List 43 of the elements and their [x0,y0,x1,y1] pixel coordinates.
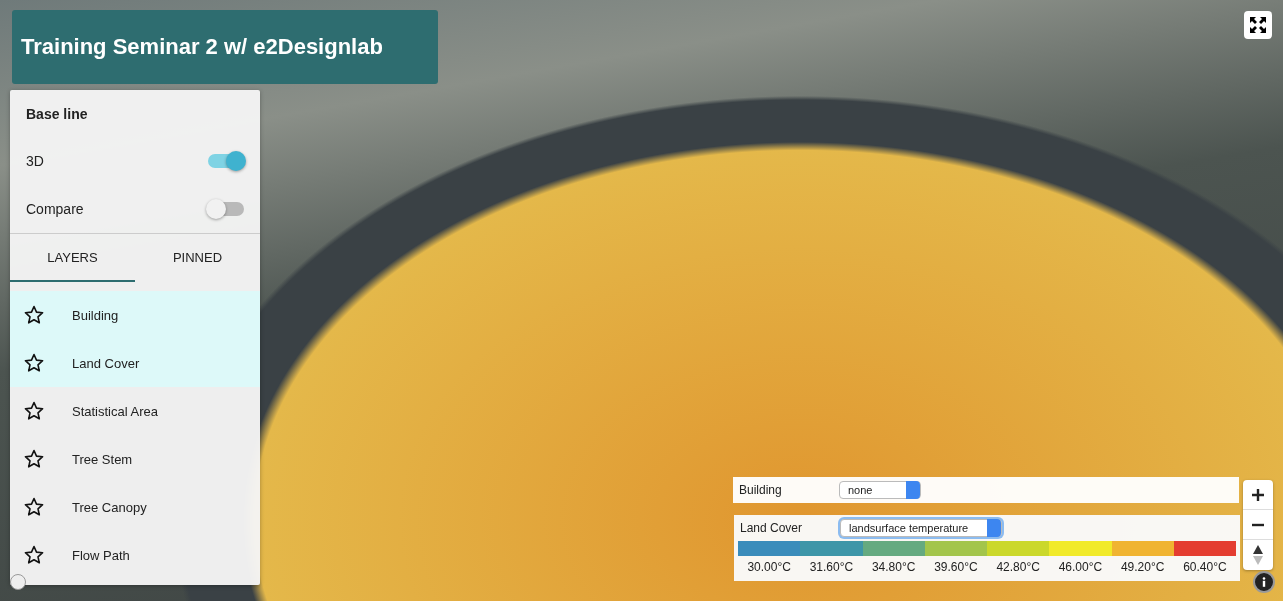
layer-item[interactable]: Flow Path [10,531,260,579]
layer-item[interactable]: Statistical Area [10,387,260,435]
up-down-triangles-icon [1252,544,1264,566]
layer-item[interactable]: Land Cover [10,339,260,387]
legend-value: 46.00°C [1057,560,1104,574]
layer-name: Statistical Area [72,403,158,419]
minus-icon [1251,522,1265,527]
style-dropdown[interactable]: landsurface temperature [840,519,1002,537]
star-icon[interactable] [24,497,44,517]
map-title: Training Seminar 2 w/ e2Designlab [12,10,438,84]
star-icon[interactable] [24,401,44,421]
layer-name: Land Cover [72,355,140,371]
toggle-label: Compare [26,201,84,217]
layer-item[interactable]: Building [10,291,260,339]
panel-heading: Base line [25,105,89,124]
layer-name: Building [72,307,119,323]
legend-value: 42.80°C [995,560,1041,574]
legend-value: 39.60°C [933,560,979,574]
toggle-label: 3D [26,153,44,169]
star-icon[interactable] [24,449,44,469]
layer-name: Tree Canopy [72,499,147,515]
toggle-switch[interactable] [208,154,244,168]
style-dropdown[interactable]: none [839,481,921,499]
panel-tab[interactable]: PINNED [135,234,260,282]
control-label: Land Cover [739,521,804,535]
toggle-switch[interactable] [208,202,244,216]
expand-arrows-icon [1249,16,1267,34]
layer-item[interactable]: Tree Stem [10,435,260,483]
plus-icon [1251,487,1265,502]
legend-value: 31.60°C [808,560,855,574]
fullscreen-button[interactable] [1244,11,1272,39]
legend-value: 60.40°C [1182,560,1228,574]
layer-name: Flow Path [72,547,130,563]
legend-value: 34.80°C [870,560,917,574]
control-label: Building [738,483,783,497]
legend-value: 49.20°C [1119,560,1166,574]
panel-tab[interactable]: LAYERS [10,234,135,282]
star-icon[interactable] [24,545,44,565]
legend-value: 30.00°C [746,560,792,574]
star-icon[interactable] [24,353,44,373]
layer-name: Tree Stem [72,451,133,467]
star-icon[interactable] [24,305,44,325]
layer-item[interactable]: Tree Canopy [10,483,260,531]
